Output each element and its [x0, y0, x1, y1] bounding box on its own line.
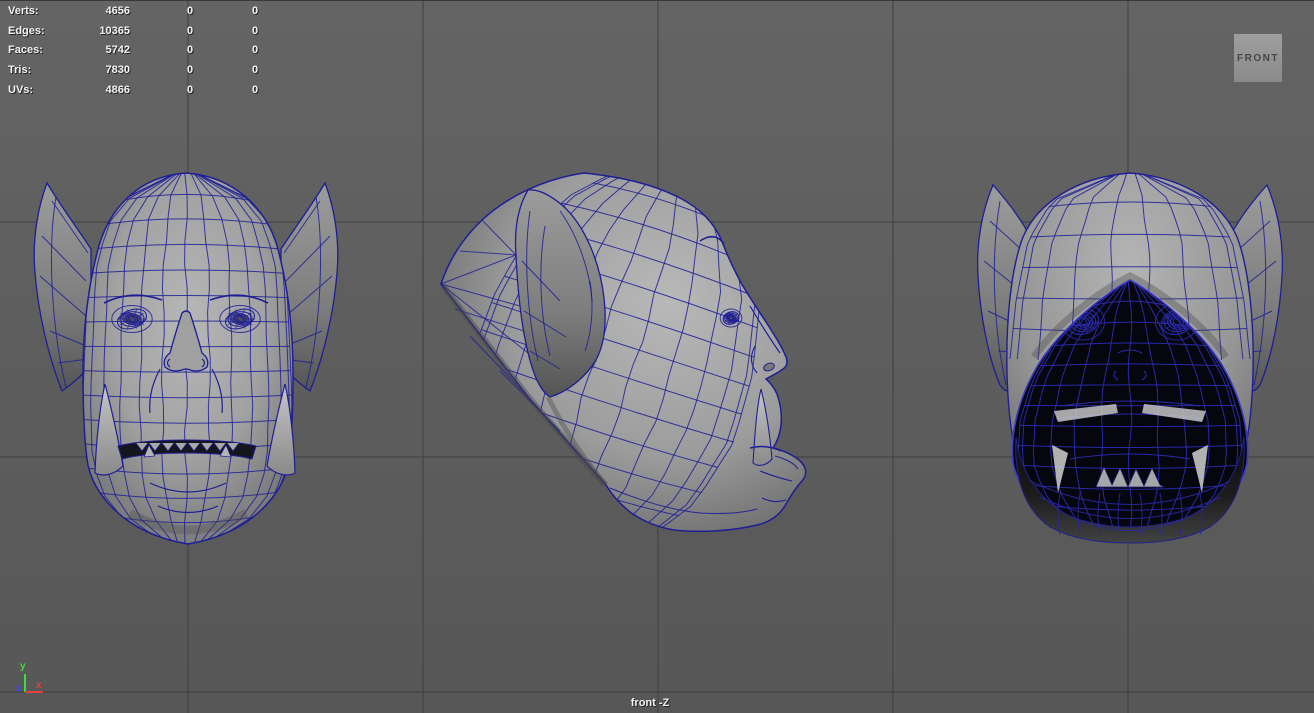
x-axis-line — [25, 691, 43, 693]
poly-count-total: 7830 — [105, 64, 130, 77]
poly-count-label: UVs: — [8, 83, 34, 96]
poly-count-label: Tris: — [8, 64, 32, 77]
eye-detail — [719, 308, 743, 328]
poly-count-col3: 0 — [252, 44, 259, 57]
poly-count-col3: 0 — [252, 24, 259, 37]
poly-count-row-uvs: UVs: 4866 0 0 — [0, 81, 300, 101]
view-cube-front-face[interactable]: FRONT — [1234, 34, 1282, 82]
poly-count-hud: Verts: 4656 0 0 Edges: 10365 0 0 Faces: … — [0, 2, 300, 100]
poly-count-col2: 0 — [187, 83, 194, 96]
y-axis-label: y — [20, 661, 26, 672]
orc-head-back-view[interactable] — [976, 172, 1284, 544]
maya-3d-viewport[interactable]: Verts: 4656 0 0 Edges: 10365 0 0 Faces: … — [0, 0, 1314, 713]
camera-name-label: front -Z — [630, 697, 670, 709]
poly-count-label: Edges: — [8, 24, 45, 37]
eye-detail — [111, 305, 153, 333]
poly-count-label: Faces: — [8, 44, 43, 57]
viewport-canvas[interactable] — [0, 1, 1314, 713]
poly-count-col2: 0 — [187, 64, 194, 77]
orc-head-front-view[interactable] — [33, 171, 339, 546]
axis-gizmo: y x z — [0, 656, 60, 706]
poly-count-total: 4656 — [105, 5, 130, 17]
orc-head-side-view[interactable] — [425, 133, 807, 583]
eye-detail — [219, 305, 261, 333]
poly-count-row-edges: Edges: 10365 0 0 — [0, 22, 300, 42]
poly-count-label: Verts: — [8, 5, 39, 17]
poly-count-row-verts: Verts: 4656 0 0 — [0, 2, 300, 22]
poly-count-col3: 0 — [252, 83, 259, 96]
poly-count-col2: 0 — [187, 5, 194, 17]
poly-count-col3: 0 — [252, 5, 259, 17]
poly-count-total: 10365 — [99, 24, 130, 37]
poly-count-col2: 0 — [187, 44, 194, 57]
poly-count-row-faces: Faces: 5742 0 0 — [0, 41, 300, 61]
poly-count-col2: 0 — [187, 24, 194, 37]
x-axis-label: x — [36, 680, 42, 691]
poly-count-total: 4866 — [105, 83, 130, 96]
poly-count-col3: 0 — [252, 64, 259, 77]
poly-count-row-tris: Tris: 7830 0 0 — [0, 61, 300, 81]
poly-count-total: 5742 — [105, 44, 130, 57]
z-axis-label: z — [16, 683, 21, 694]
y-axis-line — [24, 674, 26, 692]
